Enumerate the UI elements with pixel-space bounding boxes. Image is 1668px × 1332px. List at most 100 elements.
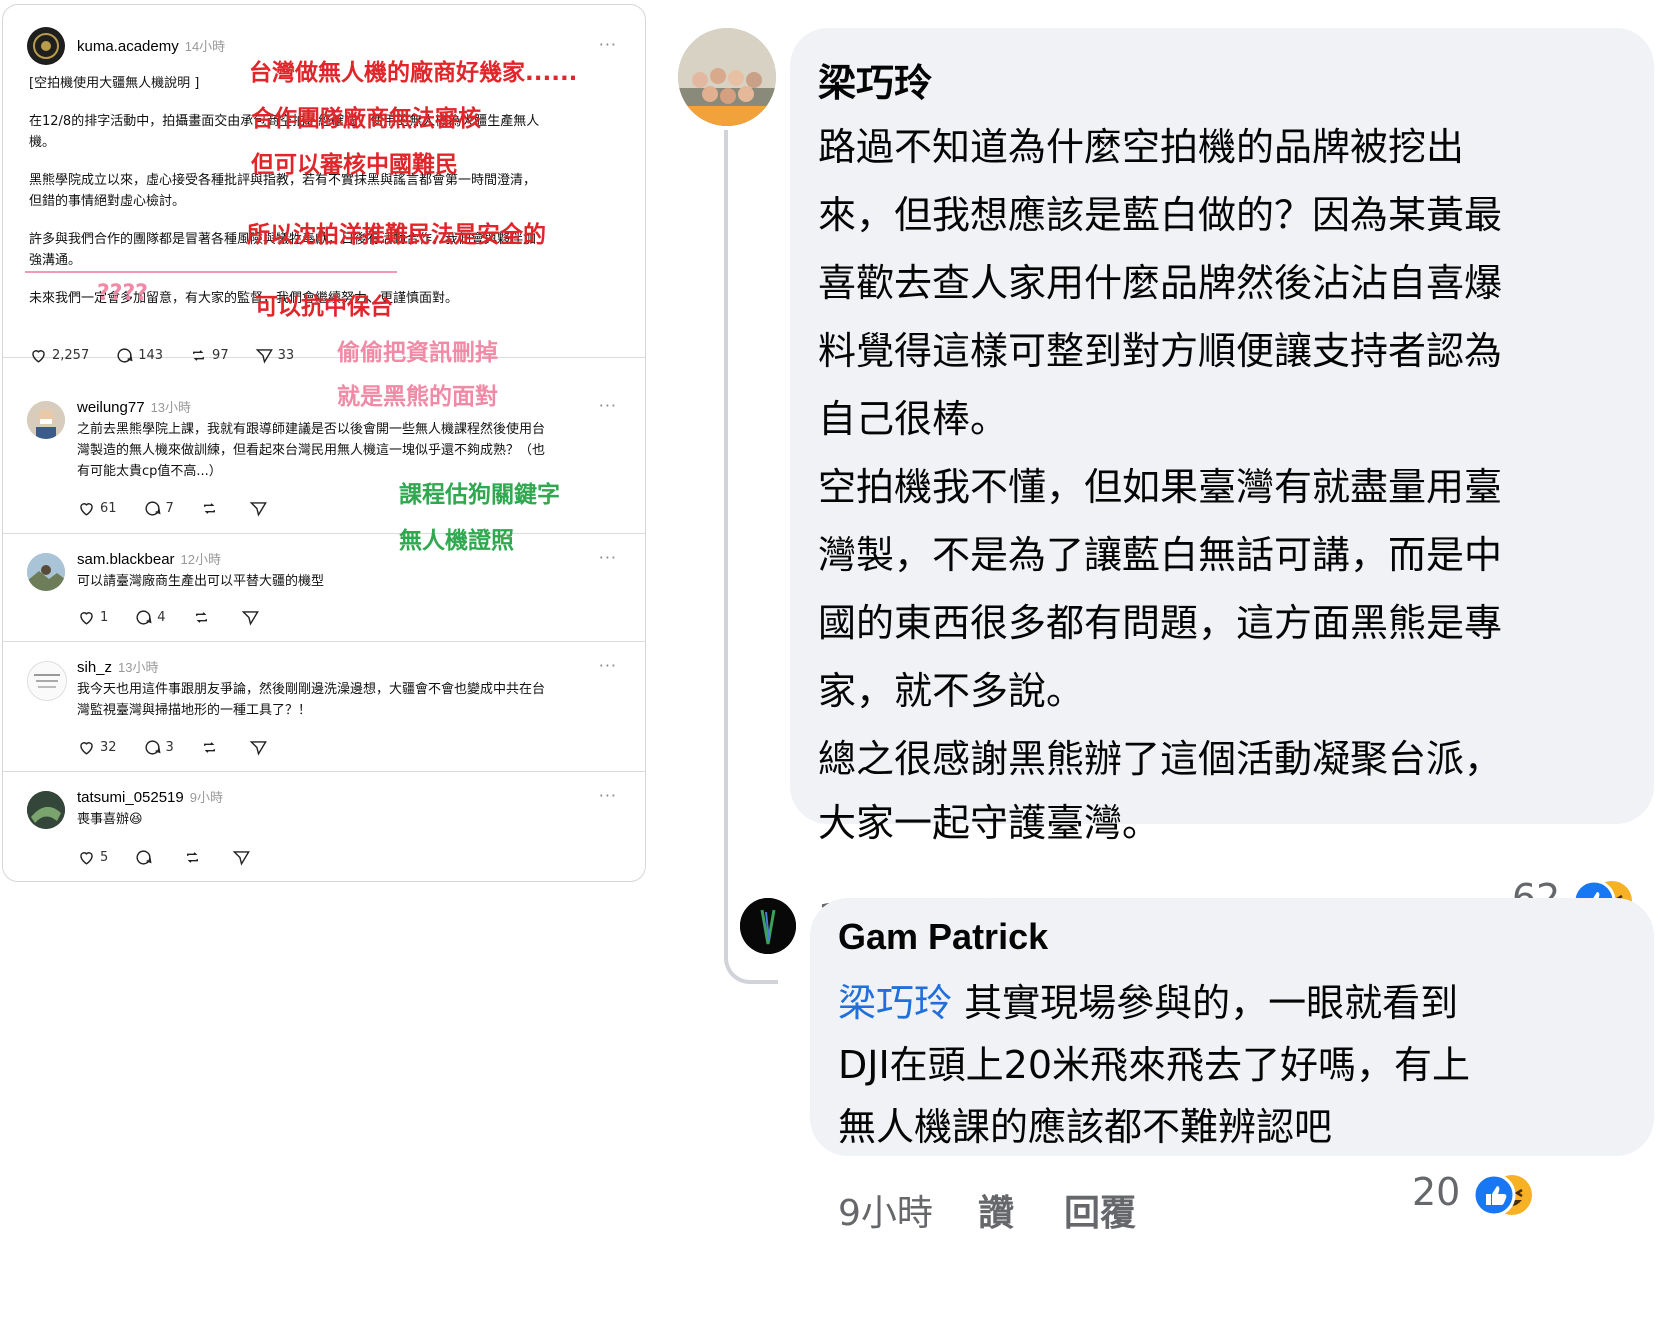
- comment-icon: [136, 849, 152, 865]
- comment-bubble: 梁巧玲 路過不知道為什麼空拍機的品牌被挖出 來，但我想應該是藍白做的？因為某黃最…: [790, 28, 1654, 845]
- reply-body: 之前去黑熊學院上課，我就有跟導師建議是否以後會開一些無人機課程然後使用台 灣製造…: [77, 419, 629, 482]
- comment-button[interactable]: [134, 848, 157, 867]
- share-count: 33: [277, 347, 295, 363]
- reply-weilung77: weilung77 13小時 ··· 之前去黑熊學院上課，我就有跟導師建議是否以後…: [3, 381, 645, 534]
- comment-count: 3: [165, 739, 174, 755]
- comment-icon: [145, 739, 161, 755]
- share-button[interactable]: [241, 608, 264, 627]
- avatar[interactable]: [27, 401, 65, 439]
- username[interactable]: weilung77: [77, 399, 145, 416]
- reply-actions: 1 4: [77, 607, 290, 627]
- reply-actions: 32 3: [77, 737, 298, 757]
- share-button[interactable]: [232, 848, 255, 867]
- commenter-name[interactable]: Gam Patrick: [838, 916, 1048, 958]
- post-time: 14小時: [184, 39, 226, 54]
- like-button[interactable]: 32: [77, 738, 117, 757]
- reply-body: 喪事喜辦😆: [77, 809, 629, 830]
- annotation: 課程估狗關鍵字: [399, 482, 560, 508]
- annotation: 所以沈柏洋推難民法是安全的: [247, 222, 546, 248]
- username[interactable]: sih_z: [77, 659, 112, 676]
- like-button[interactable]: 61: [77, 499, 117, 518]
- reply-sih-z: sih_z 13小時 ··· 我今天也用這件事跟朋友爭論，然後剛剛邊洗澡邊想，大疆…: [3, 641, 645, 772]
- comment-icon: [145, 500, 161, 516]
- commenter-name[interactable]: 梁巧玲: [818, 52, 932, 107]
- comment-button[interactable]: 3: [143, 738, 174, 757]
- like-button[interactable]: 5: [77, 848, 108, 867]
- avatar[interactable]: [27, 661, 67, 701]
- annotation: 合作團隊廠商無法審核: [251, 106, 481, 132]
- reply-time: 12小時: [180, 552, 222, 567]
- like-link[interactable]: 讚: [978, 1184, 1014, 1236]
- comment-line: 空拍機我不懂，但如果臺灣有就盡量用臺: [818, 465, 1503, 509]
- post-author[interactable]: kuma.academy 14小時: [77, 36, 225, 55]
- more-options-icon[interactable]: ···: [599, 656, 617, 675]
- facebook-comments: 梁巧玲 路過不知道為什麼空拍機的品牌被挖出 來，但我想應該是藍白做的？因為某黃最…: [660, 0, 1668, 1332]
- username[interactable]: sam.blackbear: [77, 551, 175, 568]
- more-options-icon[interactable]: ···: [599, 396, 617, 415]
- share-button[interactable]: [249, 499, 272, 518]
- reply-body: 我今天也用這件事跟朋友爭論，然後剛剛邊洗澡邊想，大疆會不會也變成中共在台 灣監視…: [77, 679, 629, 721]
- annotation: 台灣做無人機的廠商好幾家......: [249, 60, 578, 86]
- like-button[interactable]: 1: [77, 608, 108, 627]
- like-count: 2,257: [52, 347, 90, 363]
- post-line: 強溝通。: [29, 253, 82, 268]
- comment-icon: [117, 347, 133, 363]
- comment-button[interactable]: 7: [143, 499, 174, 518]
- repost-button[interactable]: [200, 499, 223, 518]
- repost-button[interactable]: 97: [189, 346, 229, 365]
- heart-icon: [80, 611, 93, 625]
- username[interactable]: kuma.academy: [77, 38, 179, 55]
- reply-author[interactable]: sam.blackbear 12小時: [77, 549, 221, 568]
- reply-actions: 5: [77, 847, 281, 867]
- like-button[interactable]: 2,257: [29, 346, 89, 365]
- avatar[interactable]: [27, 27, 65, 65]
- repost-button[interactable]: [183, 848, 206, 867]
- comment-line: 大家一起守護臺灣。: [818, 801, 1161, 845]
- repost-icon: [195, 611, 207, 623]
- annotation: 無人機證照: [399, 528, 514, 554]
- reaction-count[interactable]: 20: [1412, 1170, 1460, 1214]
- avatar[interactable]: [740, 898, 796, 954]
- comment-line: 梁巧玲 其實現場參與的，一眼就看到: [838, 972, 1458, 1027]
- share-button[interactable]: [249, 738, 272, 757]
- annotation: 偷偷把資訊刪掉: [337, 340, 498, 366]
- reply-line: 我今天也用這件事跟朋友爭論，然後剛剛邊洗澡邊想，大疆會不會也變成中共在台: [77, 682, 546, 697]
- avatar[interactable]: [678, 28, 776, 126]
- share-button[interactable]: 33: [255, 346, 295, 365]
- post-line: 但錯的事情絕對虛心檢討。: [29, 194, 186, 209]
- send-icon: [232, 850, 251, 866]
- avatar[interactable]: [27, 553, 65, 591]
- reply-tatsumi: tatsumi_052519 9小時 ··· 喪事喜辦😆 5: [3, 771, 645, 881]
- repost-button[interactable]: [200, 738, 223, 757]
- reply-author[interactable]: sih_z 13小時: [77, 657, 159, 676]
- more-options-icon[interactable]: ···: [599, 786, 617, 805]
- username[interactable]: tatsumi_052519: [77, 789, 184, 806]
- reply-thread-connector: [724, 130, 778, 984]
- reply-author[interactable]: tatsumi_052519 9小時: [77, 787, 223, 806]
- comment-line: 路過不知道為什麼空拍機的品牌被挖出: [818, 125, 1465, 169]
- heart-icon: [80, 502, 93, 516]
- comment-line: 灣製，不是為了讓藍白無話可講，而是中: [818, 533, 1503, 577]
- comment-line: 國的東西很多都有問題，這方面黑熊是專: [818, 601, 1503, 645]
- comment-line: 料覺得這樣可整到對方順便讓支持者認為: [818, 329, 1503, 373]
- mention-link[interactable]: 梁巧玲: [838, 981, 952, 1025]
- more-options-icon[interactable]: ···: [599, 548, 617, 567]
- reply-link[interactable]: 回覆: [1064, 1184, 1136, 1236]
- reply-author[interactable]: weilung77 13小時: [77, 397, 191, 416]
- more-options-icon[interactable]: ···: [599, 35, 617, 54]
- comment-button[interactable]: 143: [115, 346, 163, 365]
- repost-button[interactable]: [192, 608, 215, 627]
- send-icon: [241, 610, 259, 626]
- heart-icon: [32, 349, 45, 363]
- comment-button[interactable]: 4: [134, 608, 166, 627]
- comment-text: 其實現場參與的，一眼就看到: [964, 981, 1459, 1025]
- reaction-icons[interactable]: [1472, 1172, 1552, 1218]
- repost-icon: [203, 502, 215, 514]
- avatar[interactable]: [27, 791, 65, 829]
- like-count: 1: [100, 609, 109, 625]
- reply-time: 13小時: [118, 660, 159, 675]
- heart-icon: [80, 851, 93, 865]
- comment-time[interactable]: 9小時: [838, 1184, 933, 1236]
- reply-bubble: Gam Patrick 梁巧玲 其實現場參與的，一眼就看到 DJI在頭上20米飛…: [810, 898, 1654, 1156]
- like-count: 32: [100, 739, 117, 755]
